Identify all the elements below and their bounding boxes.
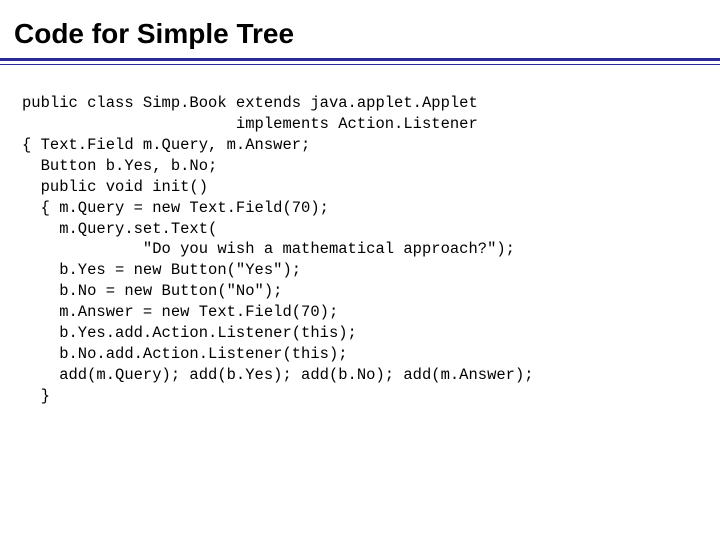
code-block: public class Simp.Book extends java.appl… (0, 65, 720, 407)
slide: Code for Simple Tree public class Simp.B… (0, 0, 720, 540)
title-rule (0, 58, 720, 65)
slide-title: Code for Simple Tree (0, 0, 720, 50)
